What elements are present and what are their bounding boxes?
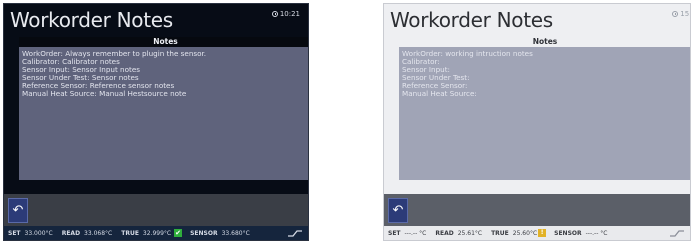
notes-text[interactable]: WorkOrder: working intruction notes Cali…: [399, 47, 690, 98]
clock-time: 15:5: [680, 10, 690, 18]
set-value: 33.000°C: [24, 229, 53, 237]
read-label: READ: [435, 229, 454, 237]
back-arrow-icon: ↶: [12, 203, 24, 218]
read-label: READ: [61, 229, 81, 237]
true-label: TRUE: [491, 229, 509, 237]
note-workorder: WorkOrder: working intruction notes: [402, 49, 533, 58]
workorder-notes-screen-dark: Workorder Notes 10:21 Notes WorkOrder: A…: [3, 3, 309, 241]
notes-panel: Notes WorkOrder: Always remember to plug…: [19, 37, 308, 180]
note-manual-heat-source: Manual Heat Source: Manual Hestsource no…: [22, 89, 187, 98]
trend-icon[interactable]: [670, 229, 684, 237]
read-value: 33.068°C: [84, 229, 113, 237]
sensor-label: SENSOR: [554, 229, 582, 237]
true-label: TRUE: [121, 229, 139, 237]
warning-icon: !: [538, 229, 547, 237]
back-button[interactable]: ↶: [8, 198, 28, 223]
page-title: Workorder Notes: [10, 8, 173, 32]
sensor-label: SENSOR: [190, 229, 218, 237]
back-arrow-icon: ↶: [392, 203, 404, 218]
notes-panel: Notes WorkOrder: working intruction note…: [399, 37, 690, 180]
checkmark-icon: ✔: [174, 229, 183, 237]
status-bar: SET ---.-- °C READ 25.61°C TRUE 25.60°C …: [384, 226, 690, 240]
clock-icon: [672, 11, 679, 17]
clock-time: 10:21: [279, 10, 300, 18]
notes-panel-header: Notes: [399, 37, 690, 47]
notes-text[interactable]: WorkOrder: Always remember to plugin the…: [19, 47, 308, 98]
read-value: 25.61°C: [457, 229, 483, 237]
trend-icon[interactable]: [288, 229, 302, 237]
page-title: Workorder Notes: [390, 8, 553, 32]
workorder-notes-screen-light: Workorder Notes 15:5 Notes WorkOrder: wo…: [383, 3, 691, 241]
set-value: ---.-- °C: [404, 229, 427, 237]
clock: 10:21: [271, 10, 300, 18]
back-button[interactable]: ↶: [388, 198, 408, 223]
status-bar: SET 33.000°C READ 33.068°C TRUE 32.999°C…: [4, 226, 308, 240]
sensor-value: 33.680°C: [221, 229, 250, 237]
sensor-value: ---.-- °C: [585, 229, 608, 237]
bottom-toolbar: ↶: [4, 194, 308, 228]
clock: 15:5: [672, 10, 690, 18]
bottom-toolbar: ↶: [384, 194, 690, 228]
clock-icon: [271, 11, 278, 17]
set-label: SET: [8, 229, 21, 237]
note-manual-heat-source: Manual Heat Source:: [402, 89, 477, 98]
set-label: SET: [388, 229, 401, 237]
true-value: 25.60°C: [512, 229, 538, 237]
notes-panel-header: Notes: [19, 37, 308, 47]
true-value: 32.999°C: [142, 229, 172, 237]
